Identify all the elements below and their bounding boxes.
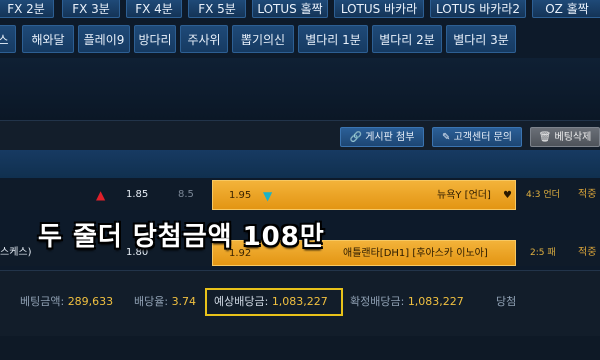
nav-partial[interactable]: 스 (0, 25, 16, 53)
game-nav-bar: 스 해와달 플레이9 방다리 주사위 뽑기의신 별다리 1분 별다리 2분 별다… (0, 25, 600, 55)
confirmed-payout: 확정배당금: 1,083,227 (350, 293, 464, 311)
top-tab-bar: FX 2분 FX 3분 FX 4분 FX 5분 LOTUS 홀짝 LOTUS 바… (0, 0, 600, 20)
nav-play9[interactable]: 플레이9 (78, 25, 130, 53)
bet-amount-value: 289,633 (67, 295, 114, 308)
winning-banner: 두 줄더 당첨금액 108만 (38, 222, 325, 252)
confirmed-value: 1,083,227 (407, 295, 464, 308)
nav-star-3min[interactable]: 별다리 3분 (446, 25, 516, 53)
odds-value: 3.74 (171, 295, 197, 308)
trash-icon: 🗑 (538, 132, 552, 143)
up-arrow-icon: ▲ (96, 188, 106, 202)
tab-fx-5[interactable]: FX 5분 (188, 0, 246, 18)
team-name: 뉴욕Y [언더] (437, 190, 491, 201)
expected-value: 1,083,227 (271, 295, 328, 308)
score: 2:5 패 (530, 248, 556, 258)
table-row: ▲ 1.85 8.5 1.95 ▼ 뉴욕Y [언더] ♥ 4:3 언더 적중 (0, 180, 600, 210)
board-attach-button[interactable]: 🔗 게시판 첨부 (340, 127, 424, 147)
expected-payout: 예상배당금: 1,083,227 (214, 293, 328, 311)
footer-strip (0, 336, 600, 360)
confirmed-label: 확정배당금: (350, 295, 408, 308)
bet-toolbar: 🔗 게시판 첨부 ✎ 고객센터 문의 🗑 베팅삭제 (0, 120, 600, 151)
tab-lotus-baccarat[interactable]: LOTUS 바카라 (334, 0, 424, 18)
nav-star-2min[interactable]: 별다리 2분 (372, 25, 442, 53)
bet-amount-label: 베팅금액: (20, 295, 68, 308)
tab-lotus-oddeven[interactable]: LOTUS 홀짝 (252, 0, 328, 18)
heart-icon: ♥ (503, 190, 512, 201)
delete-bet-label: 베팅삭제 (554, 132, 592, 143)
content-gap (0, 58, 600, 120)
left-team: 스케스) (0, 247, 32, 258)
tab-fx-4[interactable]: FX 4분 (126, 0, 182, 18)
nav-sun-moon[interactable]: 해와달 (22, 25, 74, 53)
nav-star-1min[interactable]: 별다리 1분 (298, 25, 368, 53)
down-arrow-icon: ▼ (263, 189, 273, 203)
team-name: 애틀랜타[DH1] [후아스카 이노아] (343, 248, 488, 259)
draw-odds[interactable]: 8.5 (178, 180, 194, 210)
bet-amount: 베팅금액: 289,633 (20, 293, 113, 311)
link-icon: 🔗 (349, 132, 363, 143)
result-badge: 적중 (578, 247, 597, 258)
delete-bet-button[interactable]: 🗑 베팅삭제 (530, 127, 600, 147)
tab-lotus-baccarat2[interactable]: LOTUS 바카라2 (430, 0, 526, 18)
bet-summary: 베팅금액: 289,633 배당율: 3.74 예상배당금: 1,083,227… (0, 270, 600, 337)
support-inquiry-button[interactable]: ✎ 고객센터 문의 (432, 127, 522, 147)
section-band (0, 150, 600, 178)
support-inquiry-label: 고객센터 문의 (453, 132, 512, 143)
status-badge: 당첨 (496, 295, 517, 308)
odds-label: 배당율: (134, 295, 172, 308)
selected-bet-cell[interactable]: 1.95 ▼ 뉴욕Y [언더] ♥ (212, 180, 516, 210)
score: 4:3 언더 (526, 190, 560, 200)
expected-label: 예상배당금: (214, 295, 272, 308)
away-odds: 1.95 (229, 190, 252, 201)
pencil-icon: ✎ (442, 132, 451, 143)
tab-fx-2[interactable]: FX 2분 (0, 0, 54, 18)
nav-dice[interactable]: 주사위 (180, 25, 228, 53)
tab-oz-oddeven[interactable]: OZ 홀짝 (532, 0, 600, 18)
odds: 배당율: 3.74 (134, 293, 196, 311)
tab-fx-3[interactable]: FX 3분 (62, 0, 120, 18)
board-attach-label: 게시판 첨부 (365, 132, 415, 143)
nav-draw-god[interactable]: 뽑기의신 (232, 25, 294, 53)
home-odds[interactable]: 1.85 (126, 180, 148, 210)
result-badge: 적중 (578, 189, 597, 200)
nav-bang-dari[interactable]: 방다리 (134, 25, 176, 53)
